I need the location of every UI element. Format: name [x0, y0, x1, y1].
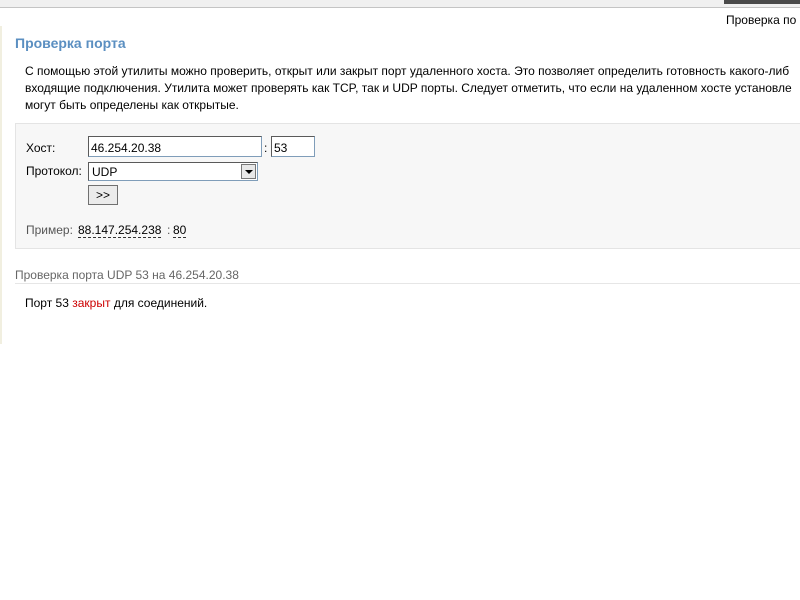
- host-label: Хост:: [26, 141, 56, 155]
- protocol-label: Протокол:: [26, 164, 82, 178]
- protocol-select[interactable]: UDP: [88, 162, 258, 181]
- chevron-down-icon[interactable]: [241, 164, 256, 179]
- example-port-link[interactable]: 80: [173, 223, 187, 238]
- description-line-3: могут быть определены как открытые.: [25, 98, 239, 112]
- page-title: Проверка порта: [15, 35, 126, 51]
- result-prefix: Порт 53: [25, 296, 69, 310]
- example-host-link[interactable]: 88.147.254.238: [78, 223, 162, 238]
- top-bar: [0, 0, 800, 8]
- top-bar-accent: [724, 0, 800, 4]
- port-input[interactable]: [271, 136, 315, 157]
- description: С помощью этой утилиты можно проверить, …: [25, 63, 800, 115]
- description-line-1: С помощью этой утилиты можно проверить, …: [25, 64, 790, 78]
- host-input[interactable]: [88, 136, 262, 157]
- check-form: Хост: : Протокол: UDP >> Пример: 88.147.…: [15, 123, 800, 249]
- example-separator: :: [167, 223, 171, 237]
- status-badge: закрыт: [72, 296, 111, 310]
- protocol-selected-value: UDP: [92, 165, 118, 179]
- result-divider: [15, 283, 800, 284]
- result-header: Проверка порта UDP 53 на 46.254.20.38: [15, 268, 239, 282]
- left-border: [0, 26, 2, 344]
- result-suffix: для соединений.: [113, 296, 208, 310]
- port-separator: :: [264, 141, 268, 155]
- submit-button[interactable]: >>: [88, 185, 118, 205]
- result-text: Порт 53 закрыт для соединений.: [25, 296, 207, 310]
- description-line-2: входящие подключения. Утилита может пров…: [25, 81, 792, 95]
- breadcrumb[interactable]: Проверка по: [726, 13, 796, 27]
- example-label: Пример:: [26, 223, 73, 237]
